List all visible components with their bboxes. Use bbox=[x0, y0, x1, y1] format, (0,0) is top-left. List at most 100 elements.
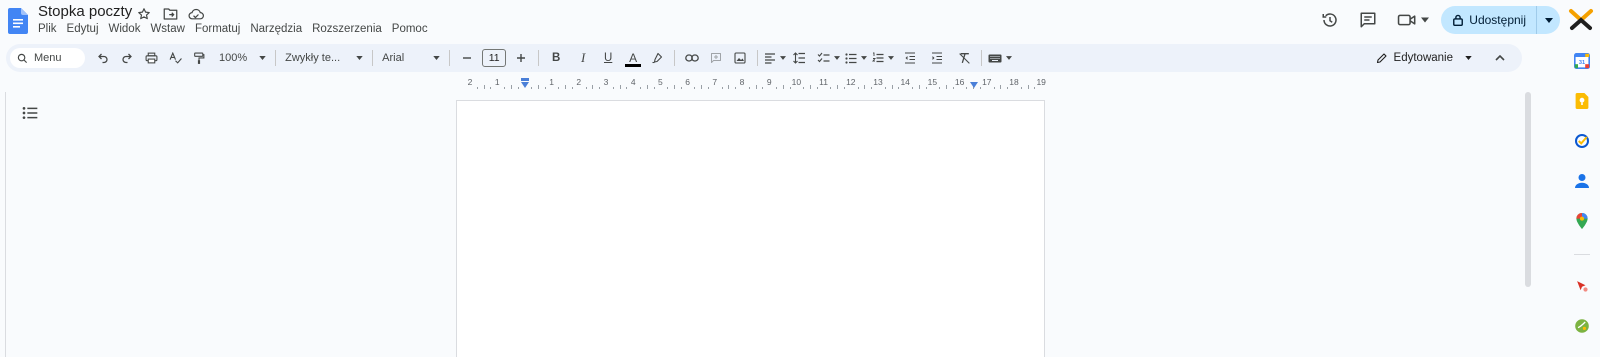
svg-text:31: 31 bbox=[1579, 60, 1585, 66]
calendar-icon[interactable]: 31 bbox=[1573, 52, 1591, 70]
bulleted-list-select[interactable] bbox=[845, 47, 868, 69]
spellcheck-button[interactable] bbox=[164, 47, 186, 69]
chevron-down-icon bbox=[1006, 56, 1013, 60]
chevron-up-icon bbox=[1495, 55, 1505, 61]
ruler-tick bbox=[816, 87, 818, 89]
print-button[interactable] bbox=[140, 47, 162, 69]
ruler-label: 1 bbox=[494, 77, 500, 87]
decrease-font-size-button[interactable] bbox=[456, 47, 478, 69]
add-comment-icon bbox=[711, 53, 722, 63]
text-color-label: A bbox=[629, 51, 638, 65]
font-family-select[interactable]: Arial bbox=[378, 52, 444, 64]
italic-button[interactable]: I bbox=[572, 47, 594, 69]
ruler-tick bbox=[490, 87, 492, 89]
share-dropdown-button[interactable] bbox=[1536, 6, 1560, 34]
cloud-saved-icon[interactable] bbox=[187, 5, 205, 23]
clear-formatting-button[interactable] bbox=[953, 47, 975, 69]
highlight-color-button[interactable] bbox=[646, 47, 668, 69]
checklist-select[interactable] bbox=[817, 47, 841, 69]
line-spacing-button[interactable] bbox=[788, 47, 810, 69]
menu-search-label: Menu bbox=[34, 52, 62, 64]
ruler-tick bbox=[708, 87, 709, 89]
editing-mode-select[interactable]: Edytowanie bbox=[1376, 44, 1472, 72]
formatting-toolbar: Menu 100% Zwykły te... Arial 11 B I U A bbox=[6, 44, 1522, 72]
ruler-tick bbox=[939, 87, 941, 89]
increase-indent-button[interactable] bbox=[926, 47, 948, 69]
extension-icon[interactable] bbox=[1573, 277, 1591, 295]
tasks-icon[interactable] bbox=[1573, 132, 1591, 150]
menu-tools[interactable]: Narzędzia bbox=[250, 23, 307, 35]
ruler-tick bbox=[544, 87, 546, 89]
ruler-tick bbox=[993, 87, 995, 89]
undo-button[interactable] bbox=[92, 47, 114, 69]
input-tools-select[interactable] bbox=[988, 47, 1013, 69]
vertical-scrollbar[interactable] bbox=[1525, 92, 1531, 287]
star-icon[interactable] bbox=[135, 5, 153, 23]
document-title[interactable]: Stopka poczty bbox=[38, 3, 132, 20]
ruler-label: 18 bbox=[1009, 77, 1019, 87]
right-indent-marker[interactable] bbox=[970, 82, 978, 88]
redo-button[interactable] bbox=[116, 47, 138, 69]
ruler-tick bbox=[857, 87, 859, 89]
extension-icon-2[interactable] bbox=[1573, 317, 1591, 335]
ruler-label: 4 bbox=[630, 77, 636, 87]
insert-comment-button[interactable] bbox=[705, 47, 727, 69]
paint-format-button[interactable] bbox=[188, 47, 210, 69]
move-folder-icon[interactable] bbox=[161, 5, 179, 23]
horizontal-ruler[interactable]: 2 1 1 2 3 4 5 6 7 8 9 10 11 12 13 14 15 16 17 18 19 bbox=[456, 75, 1046, 90]
menu-insert[interactable]: Wstaw bbox=[150, 23, 190, 35]
ruler-tick bbox=[864, 85, 866, 89]
font-size-input[interactable]: 11 bbox=[482, 49, 507, 67]
document-outline-button[interactable] bbox=[22, 106, 38, 122]
ruler-tick bbox=[640, 87, 641, 89]
meet-button[interactable] bbox=[1397, 12, 1430, 28]
account-avatar[interactable] bbox=[1568, 6, 1594, 32]
numbered-list-select[interactable] bbox=[872, 47, 895, 69]
ruler-tick bbox=[1007, 87, 1009, 89]
paragraph-style-select[interactable]: Zwykły te... bbox=[281, 52, 367, 64]
ruler-label: 3 bbox=[603, 77, 609, 87]
increase-indent-icon bbox=[932, 52, 943, 64]
menu-file[interactable]: Plik bbox=[38, 23, 62, 35]
ruler-tick bbox=[925, 87, 927, 89]
text-color-button[interactable]: A bbox=[622, 47, 644, 69]
ruler-tick bbox=[755, 85, 757, 89]
clear-formatting-icon bbox=[958, 53, 970, 64]
docs-logo-icon[interactable] bbox=[8, 8, 28, 34]
contacts-icon[interactable] bbox=[1573, 172, 1591, 190]
left-indent-marker[interactable] bbox=[521, 82, 529, 88]
ruler-label: 16 bbox=[954, 77, 965, 87]
menu-help[interactable]: Pomoc bbox=[392, 23, 433, 35]
comment-icon bbox=[1360, 12, 1376, 28]
ruler-tick bbox=[674, 85, 675, 89]
menu-edit[interactable]: Edytuj bbox=[67, 23, 104, 35]
keep-icon[interactable] bbox=[1573, 92, 1591, 110]
ruler-tick bbox=[1020, 87, 1022, 89]
side-panel: 31 bbox=[1564, 43, 1600, 357]
comments-button[interactable] bbox=[1353, 5, 1383, 35]
hide-menus-button[interactable] bbox=[1490, 48, 1510, 68]
decrease-indent-button[interactable] bbox=[899, 47, 921, 69]
share-button[interactable]: Udostępnij bbox=[1441, 6, 1560, 34]
title-bar: Stopka poczty Plik Edytuj Widok Wstaw Fo… bbox=[0, 0, 1600, 43]
align-select[interactable] bbox=[764, 47, 787, 69]
toolbar-divider bbox=[674, 50, 676, 66]
toolbar-divider bbox=[538, 50, 540, 66]
insert-image-button[interactable] bbox=[729, 47, 751, 69]
menu-search-input[interactable]: Menu bbox=[10, 48, 85, 68]
insert-link-button[interactable] bbox=[681, 47, 703, 69]
menu-format[interactable]: Formatuj bbox=[195, 23, 245, 35]
underline-button[interactable]: U bbox=[597, 47, 619, 69]
ruler-tick bbox=[653, 87, 655, 89]
maps-icon[interactable] bbox=[1573, 212, 1591, 230]
bold-button[interactable]: B bbox=[545, 47, 567, 69]
menu-extensions[interactable]: Rozszerzenia bbox=[312, 23, 387, 35]
version-history-button[interactable] bbox=[1315, 5, 1345, 35]
ruler-tick bbox=[1027, 85, 1029, 89]
highlighter-icon bbox=[652, 52, 663, 64]
document-page[interactable] bbox=[456, 100, 1045, 357]
menu-view[interactable]: Widok bbox=[109, 23, 146, 35]
first-line-indent-marker[interactable] bbox=[521, 78, 529, 81]
increase-font-size-button[interactable] bbox=[510, 47, 532, 69]
zoom-select[interactable]: 100% bbox=[215, 52, 270, 64]
